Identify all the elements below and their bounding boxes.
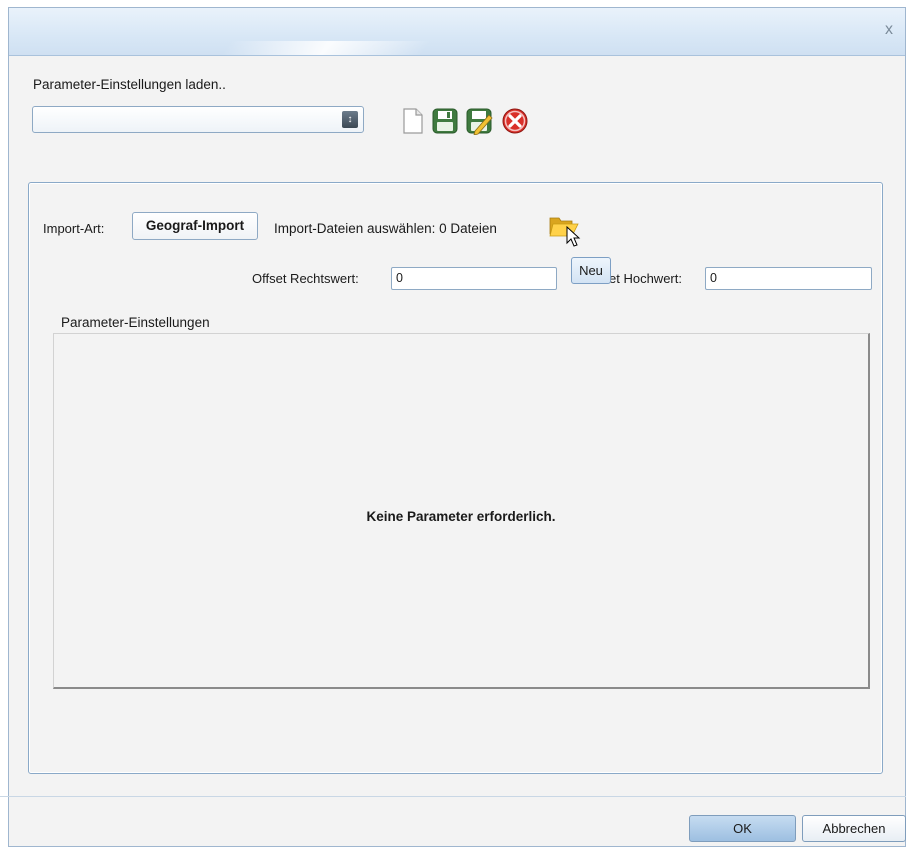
save-as-edit-icon[interactable] [465,107,493,135]
parameters-message: Keine Parameter erforderlich. [366,509,556,524]
ok-button[interactable]: OK [689,815,796,842]
import-files-label: Import-Dateien auswählen: 0 Dateien [274,221,497,236]
title-bar[interactable]: x [9,8,905,56]
parameters-label: Parameter-Einstellungen [61,315,210,330]
close-icon[interactable]: x [881,22,897,38]
offset-hochwert-input[interactable]: 0 [705,267,872,290]
offset-hochwert-label: et Hochwert: [609,271,682,286]
new-document-icon[interactable] [398,107,426,135]
load-settings-label: Parameter-Einstellungen laden.. [33,77,226,92]
tooltip: Neu [571,257,611,284]
title-bar-sheen [216,41,432,55]
offset-rechtswert-input[interactable]: 0 [391,267,557,290]
import-type-button[interactable]: Geograf-Import [132,212,258,240]
combobox-arrow-icon[interactable]: ↕ [342,111,358,128]
import-type-label: Import-Art: [43,221,105,236]
parameters-panel: Keine Parameter erforderlich. [53,333,870,689]
footer-divider [0,796,906,797]
cancel-button[interactable]: Abbrechen [802,815,906,842]
settings-combobox[interactable]: ↕ [32,106,364,133]
mouse-cursor-icon [566,226,581,247]
save-icon[interactable] [431,107,459,135]
offset-rechtswert-label: Offset Rechtswert: [252,271,359,286]
delete-icon[interactable] [501,107,529,135]
